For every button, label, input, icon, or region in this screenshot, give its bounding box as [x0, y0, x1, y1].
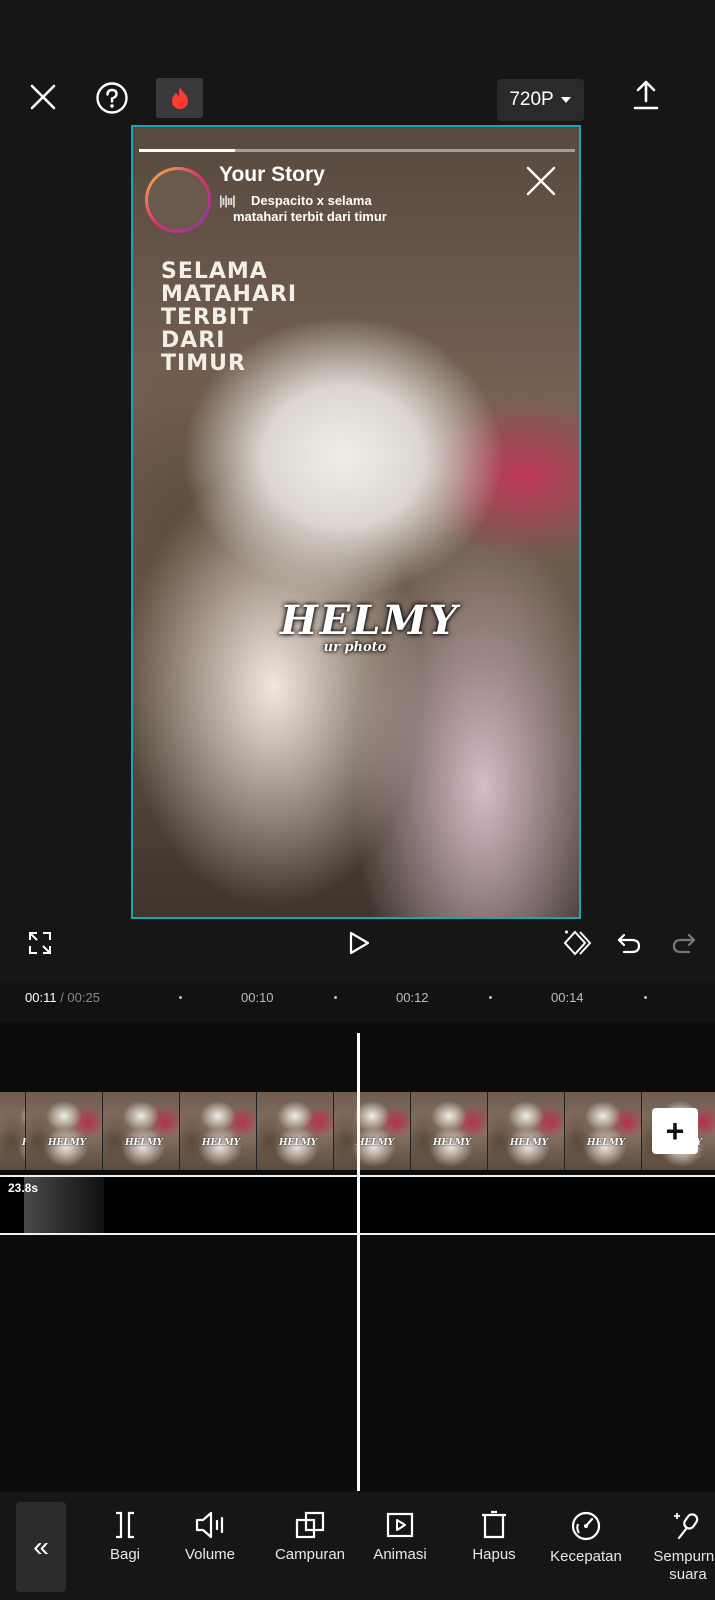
clip-thumbnail	[488, 1092, 565, 1170]
lyric-line: SELAMA	[161, 259, 268, 284]
lyrics-text: SELAMA MATAHARI TERBIT DARI TIMUR	[161, 260, 297, 375]
tool-animation[interactable]: Animasi	[355, 1510, 445, 1564]
caret-down-icon	[560, 97, 571, 103]
ruler-dot	[334, 996, 337, 999]
current-time: 00:11	[25, 990, 57, 1005]
fullscreen-icon[interactable]	[27, 930, 53, 956]
video-preview[interactable]: Your Story |ı|ıı| Despacito x selama mata…	[131, 125, 581, 919]
tool-label: Sempurna suara	[643, 1548, 715, 1584]
story-progress-bar	[139, 149, 575, 152]
resolution-label: 720P	[509, 89, 554, 110]
tool-split[interactable]: Bagi	[80, 1510, 170, 1564]
watermark-logo: HELMY ur photo	[280, 597, 457, 655]
clip-thumbnail	[26, 1092, 103, 1170]
clip-thumbnail	[103, 1092, 180, 1170]
ruler-tick: 00:12	[396, 990, 429, 1005]
ruler-tick: 00:10	[241, 990, 274, 1005]
clip-thumbnail	[180, 1092, 257, 1170]
premium-button[interactable]	[156, 78, 203, 118]
clip-thumbnail	[411, 1092, 488, 1170]
story-close-icon	[525, 165, 557, 197]
volume-icon	[195, 1511, 224, 1539]
tool-delete[interactable]: Hapus	[449, 1510, 539, 1564]
tool-volume[interactable]: Volume	[165, 1510, 255, 1564]
close-icon[interactable]	[26, 80, 60, 114]
clip-thumbnail	[565, 1092, 642, 1170]
tool-label: Hapus	[472, 1546, 516, 1563]
song-line-2: matahari terbit dari timur	[233, 209, 387, 224]
ruler-dot	[179, 996, 182, 999]
timecode: 00:11 / 00:25	[25, 990, 100, 1005]
delete-icon	[482, 1510, 506, 1539]
tool-label: Campuran	[274, 1546, 346, 1563]
lyric-line: MATAHARI	[161, 282, 298, 307]
plus-icon: +	[665, 1113, 685, 1149]
tool-blend[interactable]: Campuran	[265, 1510, 355, 1564]
clip-thumbnail	[0, 1092, 60, 1170]
export-icon[interactable]	[629, 78, 663, 112]
play-icon[interactable]	[346, 930, 372, 956]
redo-icon[interactable]	[671, 930, 697, 956]
voice-enhance-icon	[674, 1513, 699, 1540]
tool-label-line1: Sempurna	[653, 1548, 715, 1565]
ruler-dot	[644, 996, 647, 999]
playhead[interactable]	[357, 1033, 360, 1491]
tool-label: Volume	[184, 1546, 236, 1563]
audio-duration: 23.8s	[8, 1181, 39, 1195]
audio-wave-icon: |ı|ıı|	[219, 193, 236, 208]
clip-thumbnail	[257, 1092, 334, 1170]
story-title: Your Story	[219, 163, 325, 186]
animation-icon	[386, 1512, 414, 1538]
keyframe-icon[interactable]	[561, 928, 593, 958]
tool-label-line2: suara	[669, 1566, 707, 1583]
tool-speed[interactable]: Kecepatan	[541, 1510, 631, 1566]
undo-icon[interactable]	[616, 930, 642, 956]
ruler-dot	[489, 996, 492, 999]
speed-icon	[571, 1511, 601, 1541]
split-icon	[116, 1511, 134, 1539]
song-line-1: Despacito x selama	[251, 193, 372, 208]
double-chevron-left-icon: «	[33, 1531, 49, 1562]
total-time: / 00:25	[60, 990, 100, 1005]
ruler-tick: 00:14	[551, 990, 584, 1005]
time-ruler[interactable]: 00:11 / 00:25 00:10 00:12 00:14	[0, 982, 715, 1022]
tool-label: Bagi	[109, 1546, 141, 1563]
add-clip-button[interactable]: +	[652, 1108, 698, 1154]
clip-thumbnail	[334, 1092, 411, 1170]
tool-voice-enhance[interactable]: Sempurna suara	[643, 1510, 715, 1584]
story-avatar	[145, 167, 211, 233]
help-icon[interactable]	[94, 80, 130, 116]
tool-label: Animasi	[373, 1546, 427, 1563]
resolution-dropdown[interactable]: 720P	[497, 79, 584, 121]
lyric-line: TIMUR	[161, 351, 246, 376]
story-song: |ı|ıı| Despacito x selama matahari terbit…	[219, 193, 387, 225]
tool-label: Kecepatan	[550, 1548, 622, 1565]
blend-icon	[295, 1511, 325, 1539]
watermark-text: HELMY	[280, 597, 460, 644]
flame-icon	[169, 86, 191, 110]
lyric-line: TERBIT	[161, 305, 254, 330]
lyric-line: DARI	[161, 328, 226, 353]
collapse-button[interactable]: «	[16, 1502, 66, 1592]
